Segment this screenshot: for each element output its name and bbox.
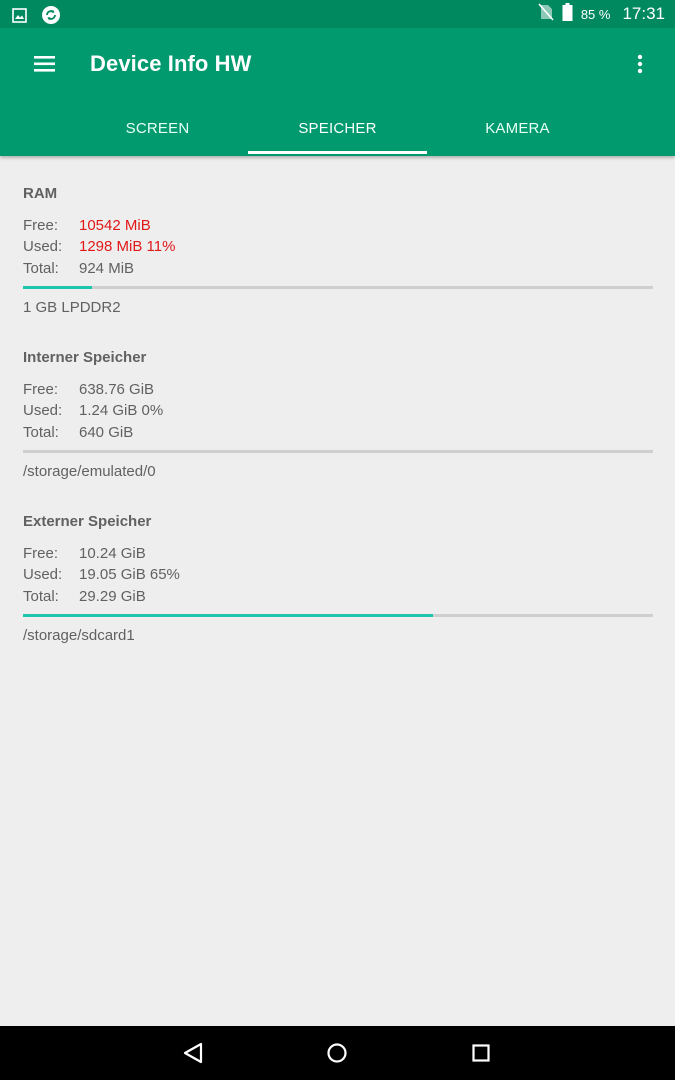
clock: 17:31: [622, 4, 665, 23]
used-label: Used:: [23, 238, 63, 255]
back-button[interactable]: [179, 1038, 209, 1068]
free-label: Free:: [23, 545, 59, 562]
recents-icon: [466, 1044, 496, 1072]
tab-bar: M SCREEN SPEICHER KAMERA: [0, 100, 675, 156]
usage-progress-bar: [23, 614, 653, 617]
free-label: Free:: [23, 381, 59, 398]
free-value: 10542 MiB: [79, 217, 151, 234]
used-label: Used:: [23, 566, 63, 583]
tab-speicher[interactable]: SPEICHER: [248, 100, 427, 156]
used-value: 1.24 GiB 0%: [79, 402, 164, 419]
total-value: 29.29 GiB: [79, 588, 146, 605]
overflow-menu-button[interactable]: [633, 50, 647, 80]
used-value: 1298 MiB 11%: [79, 238, 176, 255]
total-label: Total:: [23, 424, 59, 441]
section-footer: 1 GB LPDDR2: [23, 299, 121, 316]
section-title: RAM: [23, 185, 58, 202]
section-footer: /storage/sdcard1: [23, 627, 135, 644]
tab-label: SCREEN: [125, 119, 190, 137]
tab-screen[interactable]: SCREEN: [68, 100, 247, 156]
tab-memory-partial[interactable]: M: [0, 100, 10, 156]
total-value: 924 MiB: [79, 260, 135, 277]
total-label: Total:: [23, 260, 59, 277]
navigation-bar: [0, 1026, 675, 1080]
battery-percent: 85 %: [580, 6, 611, 22]
home-icon: [322, 1043, 352, 1072]
tab-indicator: [248, 151, 427, 154]
sync-icon: [41, 5, 61, 30]
used-label: Used:: [23, 402, 63, 419]
tab-label: KAMERA: [485, 119, 550, 137]
usage-progress-fill: [23, 614, 433, 617]
total-label: Total:: [23, 588, 59, 605]
free-label: Free:: [23, 217, 59, 234]
section-title: Externer Speicher: [23, 513, 152, 530]
internal-storage-section: Interner Speicher Free: 638.76 GiB Used:…: [23, 320, 653, 484]
usage-progress-bar: [23, 286, 653, 289]
recents-button[interactable]: [466, 1038, 496, 1068]
used-value: 19.05 GiB 65%: [79, 566, 180, 583]
tab-kamera[interactable]: KAMERA: [428, 100, 607, 156]
section-footer: /storage/emulated/0: [23, 463, 156, 480]
tab-label: SPEICHER: [298, 119, 377, 137]
memory-content: RAM Free: 10542 MiB Used: 1298 MiB 11% T…: [23, 156, 653, 648]
external-storage-section: Externer Speicher Free: 10.24 GiB Used: …: [23, 484, 653, 648]
no-sim-icon: [538, 2, 554, 26]
app-title: Device Info HW: [90, 51, 252, 76]
total-value: 640 GiB: [79, 424, 134, 441]
section-title: Interner Speicher: [23, 349, 147, 366]
menu-icon: [28, 56, 62, 84]
free-value: 10.24 GiB: [79, 545, 146, 562]
home-button[interactable]: [322, 1038, 352, 1068]
more-vert-icon: [633, 54, 647, 84]
usage-progress-fill: [23, 286, 93, 289]
free-value: 638.76 GiB: [79, 381, 155, 398]
app-bar: Device Info HW: [0, 28, 675, 100]
battery-icon: [562, 2, 573, 26]
back-icon: [179, 1042, 209, 1072]
ram-section: RAM Free: 10542 MiB Used: 1298 MiB 11% T…: [23, 156, 653, 320]
status-bar: 85 % 17:31: [0, 0, 675, 28]
menu-button[interactable]: [28, 50, 62, 80]
image-icon: [12, 7, 27, 28]
usage-progress-bar: [23, 450, 653, 453]
